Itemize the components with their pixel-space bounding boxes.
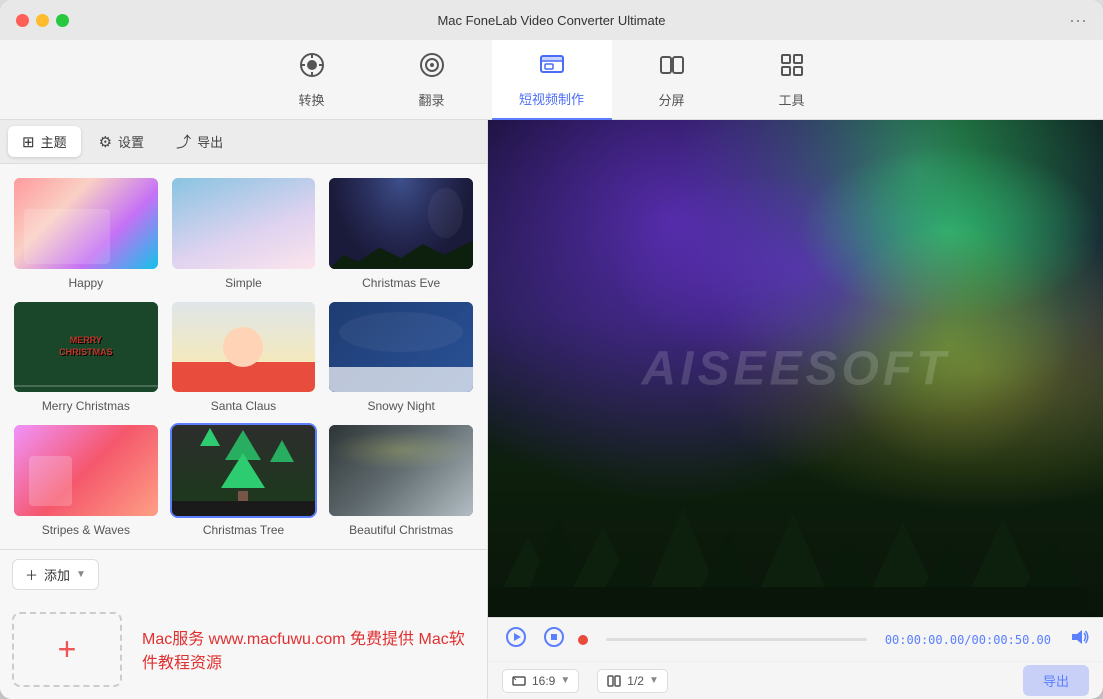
aspect-ratio-select[interactable]: 16:9 ▼ [502, 669, 579, 693]
theme-merry-christmas-label: Merry Christmas [42, 399, 130, 413]
theme-christmas-eve-thumb [327, 176, 475, 271]
left-panel: ⊞ 主题 ⚙ 设置 ⤴ 导出 [0, 120, 488, 699]
mirror-label: 翻录 [418, 90, 444, 109]
quality-icon [606, 673, 622, 689]
theme-beautiful-christmas[interactable]: Beautiful Christmas [327, 423, 475, 537]
theme-snowy-night-thumb [327, 300, 475, 395]
theme-merry-christmas-thumb: MERRYCHRISTMAS [12, 300, 160, 395]
tab-bar: ⊞ 主题 ⚙ 设置 ⤴ 导出 [0, 120, 487, 164]
theme-happy-label: Happy [68, 276, 103, 290]
controls-bar: 00:00:00.00/00:00:50.00 [488, 617, 1103, 661]
quality-value: 1/2 [627, 674, 644, 688]
theme-christmas-eve-label: Christmas Eve [362, 276, 440, 290]
theme-christmas-eve[interactable]: Christmas Eve [327, 176, 475, 290]
tab-export[interactable]: ⤴ 导出 [162, 125, 237, 158]
convert-icon [298, 51, 326, 86]
titlebar: Mac FoneLab Video Converter Ultimate ··· [0, 0, 1103, 40]
theme-merry-christmas[interactable]: MERRYCHRISTMAS Merry Christmas [12, 300, 160, 414]
preview-background: AISEESOFT [488, 120, 1103, 617]
theme-santa-claus-label: Santa Claus [211, 399, 276, 413]
themes-grid: Happy Simple [0, 164, 487, 549]
shortvideo-label: 短视频制作 [519, 89, 584, 108]
ratio-dropdown-icon: ▼ [560, 675, 570, 686]
left-bottom: ＋ 添加 ▼ + Mac服务 www.macfuwu.com 免费提供 Mac软… [0, 549, 487, 699]
add-dropdown-icon: ▼ [76, 569, 86, 580]
shortvideo-icon [538, 50, 566, 85]
preview-watermark: AISEESOFT [641, 341, 949, 396]
tab-theme-label: 主题 [41, 132, 67, 151]
plus-icon: + [58, 631, 77, 668]
tools-label: 工具 [778, 90, 804, 109]
volume-icon[interactable] [1069, 627, 1089, 652]
theme-beautiful-christmas-thumb [327, 423, 475, 518]
add-icon: ＋ [25, 565, 38, 584]
traffic-lights [16, 14, 69, 27]
quality-select[interactable]: 1/2 ▼ [597, 669, 668, 693]
tools-icon [778, 51, 806, 86]
main-toolbar: 转换 翻录 短视频制作 [0, 40, 1103, 120]
media-drop-zone[interactable]: + [12, 612, 122, 687]
theme-tab-icon: ⊞ [22, 133, 35, 151]
add-label: 添加 [44, 565, 70, 584]
theme-snowy-night-label: Snowy Night [367, 399, 434, 413]
add-media-button[interactable]: ＋ 添加 ▼ [12, 559, 99, 590]
close-button[interactable] [16, 14, 29, 27]
theme-simple[interactable]: Simple [170, 176, 318, 290]
theme-christmas-tree-thumb [170, 423, 318, 518]
app-window: Mac FoneLab Video Converter Ultimate ···… [0, 0, 1103, 699]
more-options-button[interactable]: ··· [1069, 10, 1087, 31]
bottom-strip: ＋ 添加 ▼ [0, 549, 487, 599]
convert-label: 转换 [298, 90, 324, 109]
main-content: ⊞ 主题 ⚙ 设置 ⤴ 导出 [0, 120, 1103, 699]
progress-bar[interactable] [606, 638, 867, 641]
watermark-label: Mac服务 www.macfuwu.com 免费提供 Mac软件教程资源 [142, 625, 475, 673]
toolbar-item-shortvideo[interactable]: 短视频制作 [492, 40, 612, 120]
record-indicator [578, 635, 588, 645]
splitscreen-icon [658, 51, 686, 86]
theme-snowy-night[interactable]: Snowy Night [327, 300, 475, 414]
controls-bar2: 16:9 ▼ 1/2 ▼ 导出 [488, 661, 1103, 699]
toolbar-item-mirror[interactable]: 翻录 [372, 40, 492, 120]
theme-santa-claus[interactable]: Santa Claus [170, 300, 318, 414]
window-title: Mac FoneLab Video Converter Ultimate [437, 13, 665, 28]
export-button[interactable]: 导出 [1023, 665, 1089, 696]
toolbar-item-tools[interactable]: 工具 [732, 40, 852, 120]
media-area: + Mac服务 www.macfuwu.com 免费提供 Mac软件教程资源 [0, 599, 487, 699]
theme-christmas-tree-label: Christmas Tree [203, 523, 284, 537]
theme-simple-label: Simple [225, 276, 262, 290]
splitscreen-label: 分屏 [658, 90, 684, 109]
tab-theme[interactable]: ⊞ 主题 [8, 126, 81, 157]
mirror-icon [418, 51, 446, 86]
tab-settings[interactable]: ⚙ 设置 [85, 126, 158, 157]
quality-dropdown-icon: ▼ [649, 675, 659, 686]
play-button[interactable] [502, 625, 530, 654]
theme-happy-thumb [12, 176, 160, 271]
tree-silhouette [488, 487, 1088, 617]
ratio-value: 16:9 [532, 674, 555, 688]
aspect-ratio-icon [511, 673, 527, 689]
minimize-button[interactable] [36, 14, 49, 27]
preview-area: AISEESOFT [488, 120, 1103, 617]
tab-export-label: 导出 [197, 132, 223, 151]
export-tab-icon: ⤴ [176, 131, 191, 152]
toolbar-item-splitscreen[interactable]: 分屏 [612, 40, 732, 120]
maximize-button[interactable] [56, 14, 69, 27]
right-panel: AISEESOFT 0 [488, 120, 1103, 699]
theme-stripes-waves-label: Stripes & Waves [42, 523, 130, 537]
settings-tab-icon: ⚙ [99, 133, 112, 151]
toolbar-item-convert[interactable]: 转换 [252, 40, 372, 120]
theme-santa-claus-thumb [170, 300, 318, 395]
theme-simple-thumb [170, 176, 318, 271]
theme-stripes-waves[interactable]: Stripes & Waves [12, 423, 160, 537]
theme-beautiful-christmas-label: Beautiful Christmas [349, 523, 453, 537]
stop-button[interactable] [540, 625, 568, 654]
tab-settings-label: 设置 [118, 132, 144, 151]
time-display: 00:00:00.00/00:00:50.00 [885, 633, 1051, 647]
theme-happy[interactable]: Happy [12, 176, 160, 290]
theme-christmas-tree[interactable]: Christmas Tree [170, 423, 318, 537]
theme-stripes-waves-thumb [12, 423, 160, 518]
